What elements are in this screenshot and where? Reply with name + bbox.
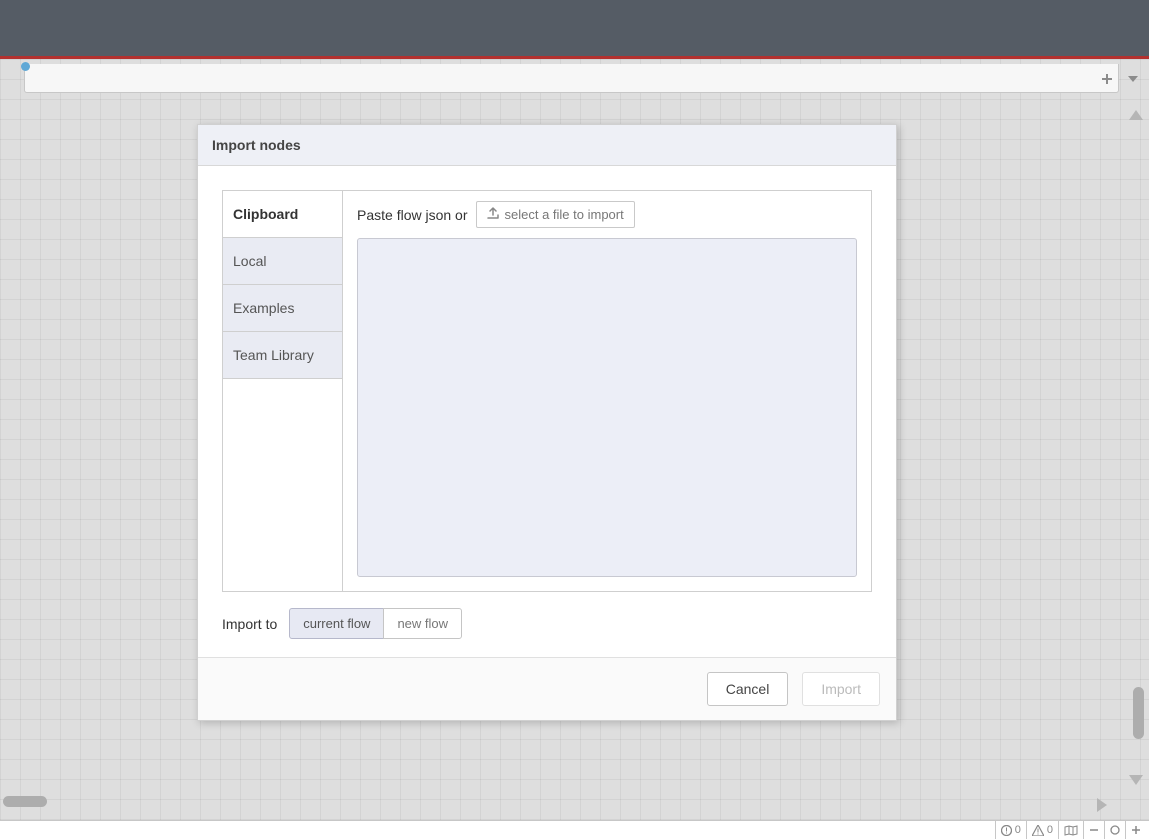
target-current-flow[interactable]: current flow xyxy=(289,608,384,639)
tab-local[interactable]: Local xyxy=(223,238,342,285)
warning-icon xyxy=(1032,825,1044,836)
tab-label: Examples xyxy=(233,300,294,316)
add-flow-button[interactable] xyxy=(1095,64,1119,93)
import-to-label: Import to xyxy=(222,616,277,632)
scroll-right-icon[interactable] xyxy=(1094,798,1110,812)
scroll-up-icon[interactable] xyxy=(1129,107,1143,123)
scroll-down-icon[interactable] xyxy=(1129,772,1143,788)
flow-tabs-menu-button[interactable] xyxy=(1121,64,1145,93)
clipboard-panel: Paste flow json or select a file to impo… xyxy=(343,191,871,591)
import-label: Import xyxy=(821,681,861,697)
flow-tab-strip[interactable] xyxy=(24,64,1119,93)
cancel-label: Cancel xyxy=(726,681,770,697)
dialog-title: Import nodes xyxy=(198,125,896,166)
error-icon xyxy=(1001,825,1012,836)
select-file-label: select a file to import xyxy=(505,207,624,222)
error-count-button[interactable]: 0 xyxy=(995,821,1026,839)
warning-count-button[interactable]: 0 xyxy=(1026,821,1058,839)
circle-icon xyxy=(1110,825,1120,835)
zoom-out-button[interactable] xyxy=(1083,821,1104,839)
vertical-scrollbar-thumb[interactable] xyxy=(1133,687,1144,739)
cancel-button[interactable]: Cancel xyxy=(707,672,789,706)
app-header xyxy=(0,0,1149,56)
map-icon xyxy=(1064,825,1078,836)
navigator-button[interactable] xyxy=(1058,821,1083,839)
import-source-tabs: Clipboard Local Examples Team Library xyxy=(223,191,343,591)
target-new-flow[interactable]: new flow xyxy=(383,608,462,639)
target-label: current flow xyxy=(303,616,370,631)
plus-icon xyxy=(1131,825,1141,835)
select-file-button[interactable]: select a file to import xyxy=(476,201,635,228)
tab-clipboard[interactable]: Clipboard xyxy=(223,191,342,238)
paste-row: Paste flow json or select a file to impo… xyxy=(357,201,857,228)
paste-label: Paste flow json or xyxy=(357,207,468,223)
status-bar: 0 0 xyxy=(0,820,1149,839)
dialog-footer: Cancel Import xyxy=(198,657,896,720)
status-right: 0 0 xyxy=(995,821,1146,839)
horizontal-scrollbar-thumb[interactable] xyxy=(3,796,47,807)
tab-label: Team Library xyxy=(233,347,314,363)
upload-icon xyxy=(487,207,499,222)
minus-icon xyxy=(1089,825,1099,835)
tab-label: Clipboard xyxy=(233,206,298,222)
flow-json-input[interactable] xyxy=(357,238,857,577)
import-body-box: Clipboard Local Examples Team Library Pa… xyxy=(222,190,872,592)
unsaved-indicator-icon xyxy=(21,62,30,71)
warning-count: 0 xyxy=(1047,824,1053,836)
import-to-row: Import to current flow new flow xyxy=(222,608,872,639)
import-dialog: Import nodes Clipboard Local Examples Te… xyxy=(197,124,897,721)
zoom-in-button[interactable] xyxy=(1125,821,1146,839)
import-button[interactable]: Import xyxy=(802,672,880,706)
error-count: 0 xyxy=(1015,824,1021,836)
tab-examples[interactable]: Examples xyxy=(223,285,342,332)
target-label: new flow xyxy=(397,616,448,631)
dialog-body: Clipboard Local Examples Team Library Pa… xyxy=(198,166,896,657)
tab-team-library[interactable]: Team Library xyxy=(223,332,342,379)
tab-label: Local xyxy=(233,253,266,269)
import-target-toggle: current flow new flow xyxy=(289,608,462,639)
zoom-reset-button[interactable] xyxy=(1104,821,1125,839)
